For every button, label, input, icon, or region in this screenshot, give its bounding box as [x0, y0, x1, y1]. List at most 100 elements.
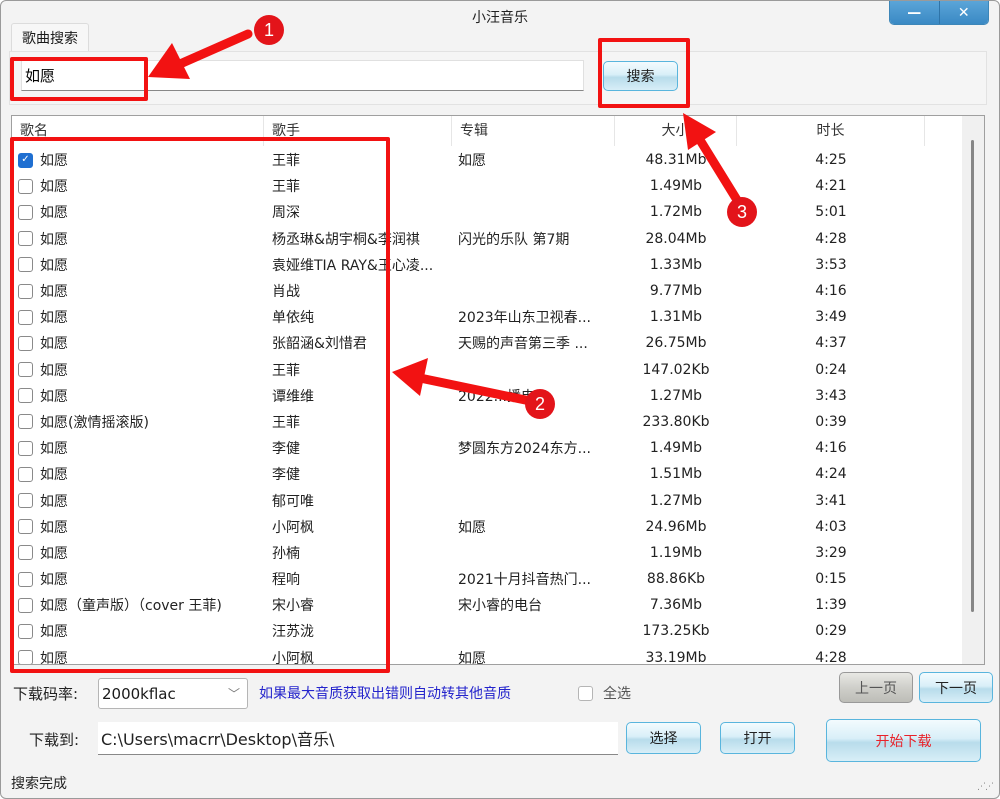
row-checkbox[interactable] [18, 204, 33, 220]
prev-page-button[interactable]: 上一页 [839, 672, 913, 703]
table-row[interactable]: 如愿 郁可唯 1.27Mb 3:41 [12, 487, 974, 513]
column-header-size[interactable]: 大小 [615, 116, 737, 146]
annotation-badge-2: 2 [525, 389, 555, 419]
cell-size: 1.72Mb [649, 204, 703, 221]
cell-singer: 袁娅维TIA RAY&王心凌... [272, 257, 434, 274]
cell-song-name: ✓ 如愿 [12, 150, 264, 170]
resize-grip-icon[interactable]: ⋰⋰ [977, 782, 994, 792]
row-checkbox[interactable] [18, 257, 33, 273]
cell-duration: 3:43 [815, 387, 847, 404]
cell-size: 1.31Mb [649, 309, 703, 326]
cell-duration: 4:03 [815, 518, 847, 535]
column-header-singer[interactable]: 歌手 [264, 116, 452, 146]
cell-song-name: 如愿 [12, 360, 264, 380]
cell-singer: 宋小睿 [272, 598, 314, 615]
window-controls: — ✕ [889, 1, 989, 25]
table-row[interactable]: 如愿 王菲 147.02Kb 0:24 [12, 357, 974, 383]
table-row[interactable]: 如愿 李健 梦圆东方2024东方... 1.49Mb 4:16 [12, 435, 974, 461]
row-checkbox[interactable] [18, 493, 33, 509]
song-name: 如愿 [40, 467, 68, 484]
table-row[interactable]: 如愿 小阿枫 如愿 24.96Mb 4:03 [12, 514, 974, 540]
table-row[interactable]: 如愿 周深 1.72Mb 5:01 [12, 199, 974, 225]
search-button[interactable]: 搜索 [603, 61, 678, 91]
table-row[interactable]: 如愿 单依纯 2023年山东卫视春... 1.31Mb 3:49 [12, 304, 974, 330]
row-checkbox[interactable] [18, 335, 33, 351]
vertical-scrollbar[interactable] [962, 116, 984, 664]
status-text: 搜索完成 [11, 776, 67, 792]
row-checkbox[interactable] [18, 571, 33, 587]
row-checkbox[interactable] [18, 231, 33, 247]
table-row[interactable]: 如愿（童声版）（cover 王菲) 宋小睿 宋小睿的电台 7.36Mb 1:39 [12, 592, 974, 618]
row-checkbox[interactable] [18, 545, 33, 561]
table-row[interactable]: 如愿(激情摇滚版) 王菲 233.80Kb 0:39 [12, 409, 974, 435]
open-folder-button[interactable]: 打开 [720, 722, 795, 754]
choose-folder-button[interactable]: 选择 [626, 722, 701, 754]
start-download-button[interactable]: 开始下载 [826, 719, 981, 762]
search-input[interactable] [21, 60, 584, 91]
cell-singer: 杨丞琳&胡宇桐&李润祺 [272, 231, 420, 248]
cell-size: 1.49Mb [649, 178, 703, 195]
table-row[interactable]: 如愿 袁娅维TIA RAY&王心凌... 1.33Mb 3:53 [12, 252, 974, 278]
table-row[interactable]: 如愿 张韶涵&刘惜君 天赐的声音第三季 ... 26.75Mb 4:37 [12, 330, 974, 356]
row-checkbox[interactable] [18, 362, 33, 378]
table-row[interactable]: 如愿 肖战 9.77Mb 4:16 [12, 278, 974, 304]
close-button[interactable]: ✕ [938, 1, 988, 24]
row-checkbox[interactable] [18, 178, 33, 194]
row-checkbox[interactable] [18, 466, 33, 482]
row-checkbox[interactable] [18, 519, 33, 535]
cell-duration: 0:39 [815, 413, 847, 430]
cell-song-name: 如愿 [12, 517, 264, 537]
table-row[interactable]: 如愿 王菲 1.49Mb 4:21 [12, 173, 974, 199]
column-header-album[interactable]: 专辑 [452, 116, 615, 146]
cell-size: 1.19Mb [649, 544, 703, 561]
row-checkbox[interactable] [18, 440, 33, 456]
song-name: 如愿 [40, 441, 68, 458]
table-row[interactable]: 如愿 小阿枫 如愿 33.19Mb 4:28 [12, 645, 974, 665]
cell-size: 1.27Mb [649, 387, 703, 404]
row-checkbox[interactable] [18, 623, 33, 639]
cell-song-name: 如愿 [12, 438, 264, 458]
song-name: 如愿（童声版）（cover 王菲) [40, 598, 222, 615]
table-row[interactable]: ✓ 如愿 王菲 如愿 48.31Mb 4:25 [12, 147, 974, 173]
cell-singer: 李健 [272, 467, 300, 484]
cell-album: 2021十月抖音热门... [458, 572, 591, 589]
scrollbar-thumb[interactable] [971, 140, 974, 612]
cell-album: 如愿 [458, 153, 486, 170]
next-page-button[interactable]: 下一页 [919, 672, 993, 703]
minimize-button[interactable]: — [890, 1, 939, 24]
table-row[interactable]: 如愿 李健 1.51Mb 4:24 [12, 461, 974, 487]
cell-duration: 4:24 [815, 466, 847, 483]
table-row[interactable]: 如愿 杨丞琳&胡宇桐&李润祺 闪光的乐队 第7期 28.04Mb 4:28 [12, 226, 974, 252]
row-checkbox[interactable]: ✓ [18, 152, 33, 168]
table-row[interactable]: 如愿 汪苏泷 173.25Kb 0:29 [12, 618, 974, 644]
table-row[interactable]: 如愿 孙楠 1.19Mb 3:29 [12, 540, 974, 566]
table-row[interactable]: 如愿 程响 2021十月抖音热门... 88.86Kb 0:15 [12, 566, 974, 592]
row-checkbox[interactable] [18, 283, 33, 299]
cell-singer: 小阿枫 [272, 650, 314, 665]
row-checkbox[interactable] [18, 414, 33, 430]
select-all-box[interactable] [578, 685, 593, 701]
table-row[interactable]: 如愿 谭维维 2022...播电... 1.27Mb 3:43 [12, 383, 974, 409]
bitrate-select[interactable]: 2000kflac ﹀ [98, 678, 248, 709]
tab-song-search[interactable]: 歌曲搜索 [11, 23, 89, 51]
cell-duration: 4:28 [815, 230, 847, 247]
cell-singer: 孙楠 [272, 545, 300, 562]
list-rows: ✓ 如愿 王菲 如愿 48.31Mb 4:25 如愿 王菲 1.49Mb 4:21 如愿 周深 1.72… [12, 147, 974, 665]
select-all-checkbox[interactable]: 全选 [578, 683, 631, 703]
row-checkbox[interactable] [18, 309, 33, 325]
song-name: 如愿 [40, 153, 68, 170]
row-checkbox[interactable] [18, 650, 33, 664]
cell-size: 1.27Mb [649, 492, 703, 509]
cell-song-name: 如愿 [12, 202, 264, 222]
bitrate-value: 2000kflac [102, 684, 176, 703]
cell-size: 88.86Kb [646, 571, 706, 588]
row-checkbox[interactable] [18, 597, 33, 613]
song-name: 如愿 [40, 284, 68, 301]
download-path-input[interactable] [98, 722, 618, 755]
column-header-song-name[interactable]: 歌名 [12, 116, 264, 146]
song-name: 如愿 [40, 362, 68, 379]
song-name: 如愿 [40, 257, 68, 274]
column-header-duration[interactable]: 时长 [737, 116, 925, 146]
cell-singer: 单依纯 [272, 310, 314, 327]
row-checkbox[interactable] [18, 388, 33, 404]
